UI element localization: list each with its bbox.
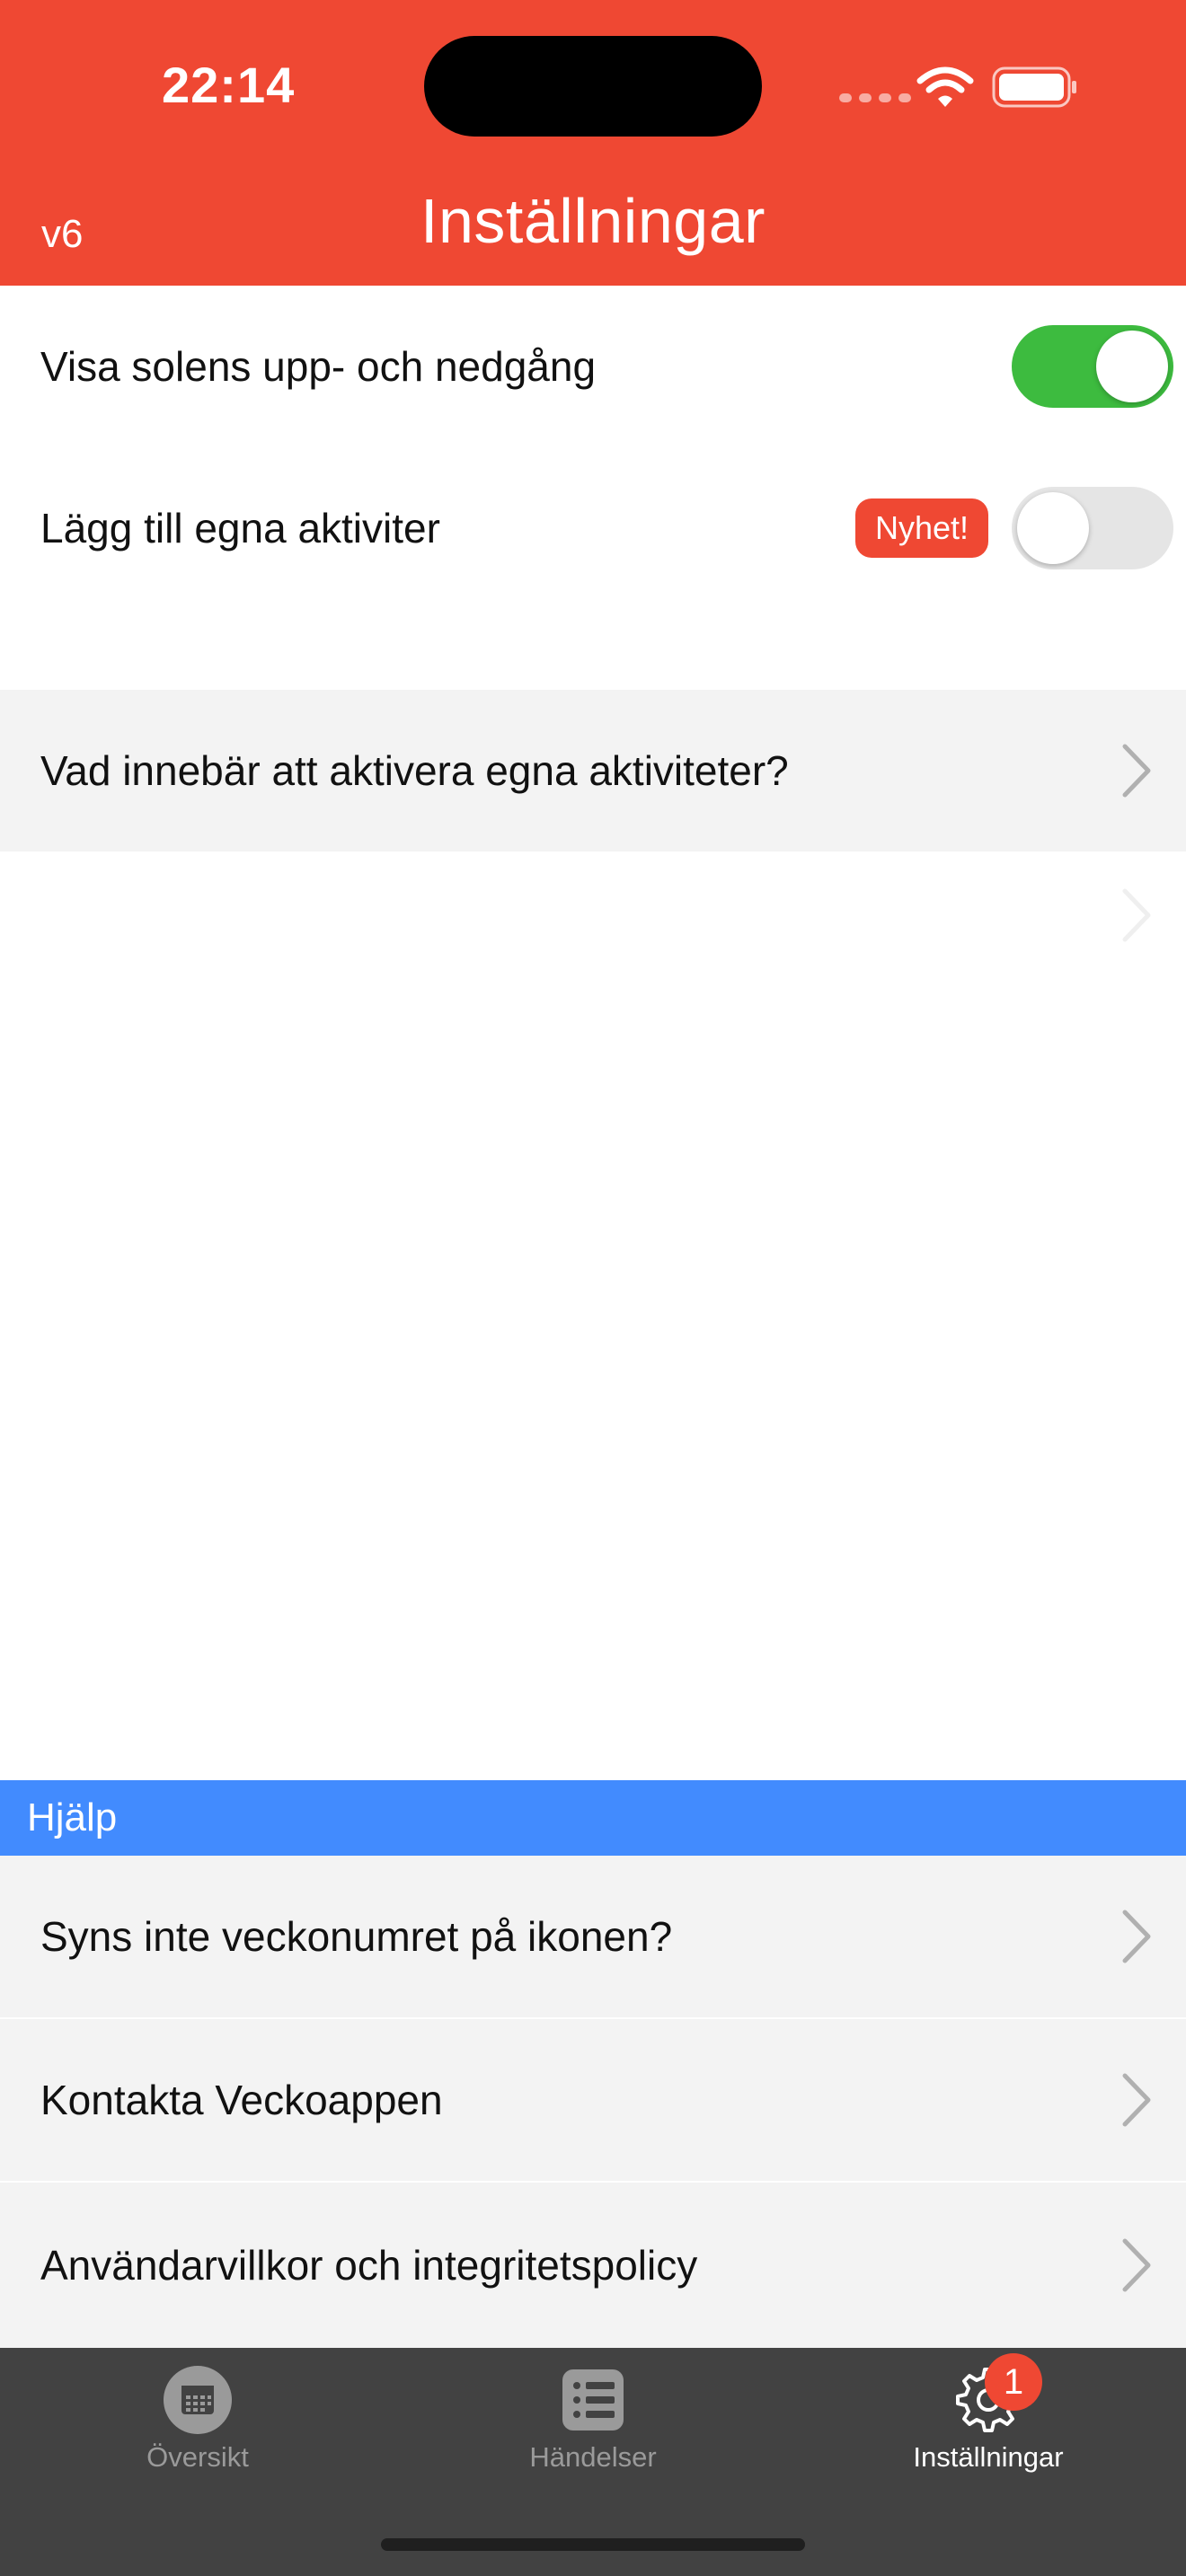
toggle-knob xyxy=(1017,492,1089,564)
sun-times-toggle[interactable] xyxy=(1012,325,1173,408)
chevron-right-icon xyxy=(1122,888,1151,942)
tab-label: Händelser xyxy=(529,2441,657,2473)
help-item-label: Användarvillkor och integritetspolicy xyxy=(40,2242,698,2289)
app-header: 22:14 v6 Inställningar xyxy=(0,0,1186,286)
cellular-signal-icon xyxy=(839,93,911,102)
chevron-right-icon xyxy=(1122,2073,1151,2127)
new-badge: Nyhet! xyxy=(854,498,988,558)
custom-activities-setting-row: Lägg till egna aktiviter Nyhet! xyxy=(0,447,1186,609)
status-time: 22:14 xyxy=(162,57,296,113)
chevron-right-icon xyxy=(1122,1910,1151,1963)
page-title: Inställningar xyxy=(420,186,766,256)
sun-times-label: Visa solens upp- och nedgång xyxy=(40,343,597,390)
battery-icon xyxy=(992,66,1076,108)
help-section-title: Hjälp xyxy=(27,1795,118,1839)
tab-events[interactable]: Händelser xyxy=(395,2348,791,2510)
help-item-label: Kontakta Veckoappen xyxy=(40,2077,443,2123)
custom-activities-info-link[interactable]: Vad innebär att aktivera egna aktivitete… xyxy=(0,690,1186,851)
calendar-icon xyxy=(164,2366,232,2434)
dynamic-island xyxy=(424,36,762,137)
tab-overview[interactable]: Översikt xyxy=(0,2348,395,2510)
tab-label: Översikt xyxy=(146,2441,249,2473)
notification-badge: 1 xyxy=(985,2353,1042,2411)
wifi-icon xyxy=(916,66,974,107)
help-item-terms[interactable]: Användarvillkor och integritetspolicy xyxy=(0,2183,1186,2348)
toggle-knob xyxy=(1096,331,1168,402)
help-item-contact[interactable]: Kontakta Veckoappen xyxy=(0,2019,1186,2181)
help-item-label: Syns inte veckonumret på ikonen? xyxy=(40,1913,673,1960)
list-icon xyxy=(562,2369,624,2430)
tab-label: Inställningar xyxy=(913,2441,1064,2473)
help-item-week-number[interactable]: Syns inte veckonumret på ikonen? xyxy=(0,1856,1186,2017)
custom-activities-info-label: Vad innebär att aktivera egna aktivitete… xyxy=(40,747,789,794)
custom-activities-toggle[interactable] xyxy=(1012,487,1173,569)
help-section-header: Hjälp xyxy=(0,1780,1186,1856)
chevron-right-icon xyxy=(1122,744,1151,798)
home-indicator xyxy=(381,2538,805,2551)
sun-times-setting-row: Visa solens upp- och nedgång xyxy=(0,286,1186,447)
custom-activities-label: Lägg till egna aktiviter xyxy=(40,505,440,551)
chevron-right-icon xyxy=(1122,2238,1151,2292)
